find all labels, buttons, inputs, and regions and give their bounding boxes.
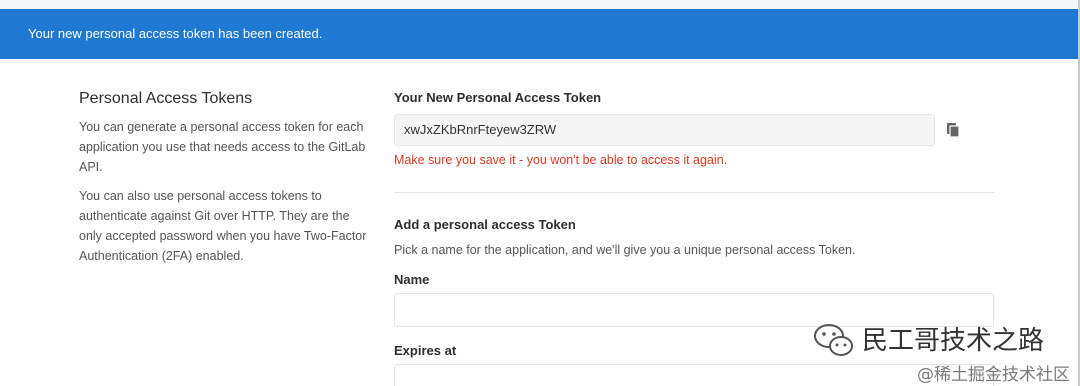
name-label: Name	[394, 272, 430, 287]
expires-label: Expires at	[394, 343, 457, 358]
new-token-label: Your New Personal Access Token	[394, 90, 602, 105]
page-title: Personal Access Tokens	[79, 90, 253, 107]
page: Your new personal access token has been …	[0, 0, 1080, 386]
flash-message: Your new personal access token has been …	[28, 26, 323, 41]
watermark-title: 民工哥技术之路	[862, 326, 1045, 356]
wechat-logo-icon	[814, 324, 853, 356]
watermark-subtitle: @稀土掘金技术社区	[917, 365, 1070, 385]
clipboard-icon	[947, 123, 960, 138]
top-strip	[0, 0, 1080, 9]
expires-input[interactable]	[394, 364, 994, 386]
add-token-help: Pick a name for the application, and we'…	[394, 243, 856, 257]
flash-banner: Your new personal access token has been …	[0, 9, 1078, 59]
add-token-heading: Add a personal access Token	[394, 217, 576, 232]
divider	[394, 192, 994, 193]
left-column: Personal Access Tokens You can generate …	[79, 90, 369, 275]
git-http-paragraph: You can also use personal access tokens …	[79, 189, 367, 263]
token-field[interactable]: xwJxZKbRnrFteyew3ZRW	[394, 114, 935, 146]
save-warning: Make sure you save it - you won't be abl…	[394, 153, 728, 167]
intro-paragraph: You can generate a personal access token…	[79, 120, 366, 174]
copy-button[interactable]	[944, 121, 962, 139]
token-value: xwJxZKbRnrFteyew3ZRW	[404, 122, 557, 137]
